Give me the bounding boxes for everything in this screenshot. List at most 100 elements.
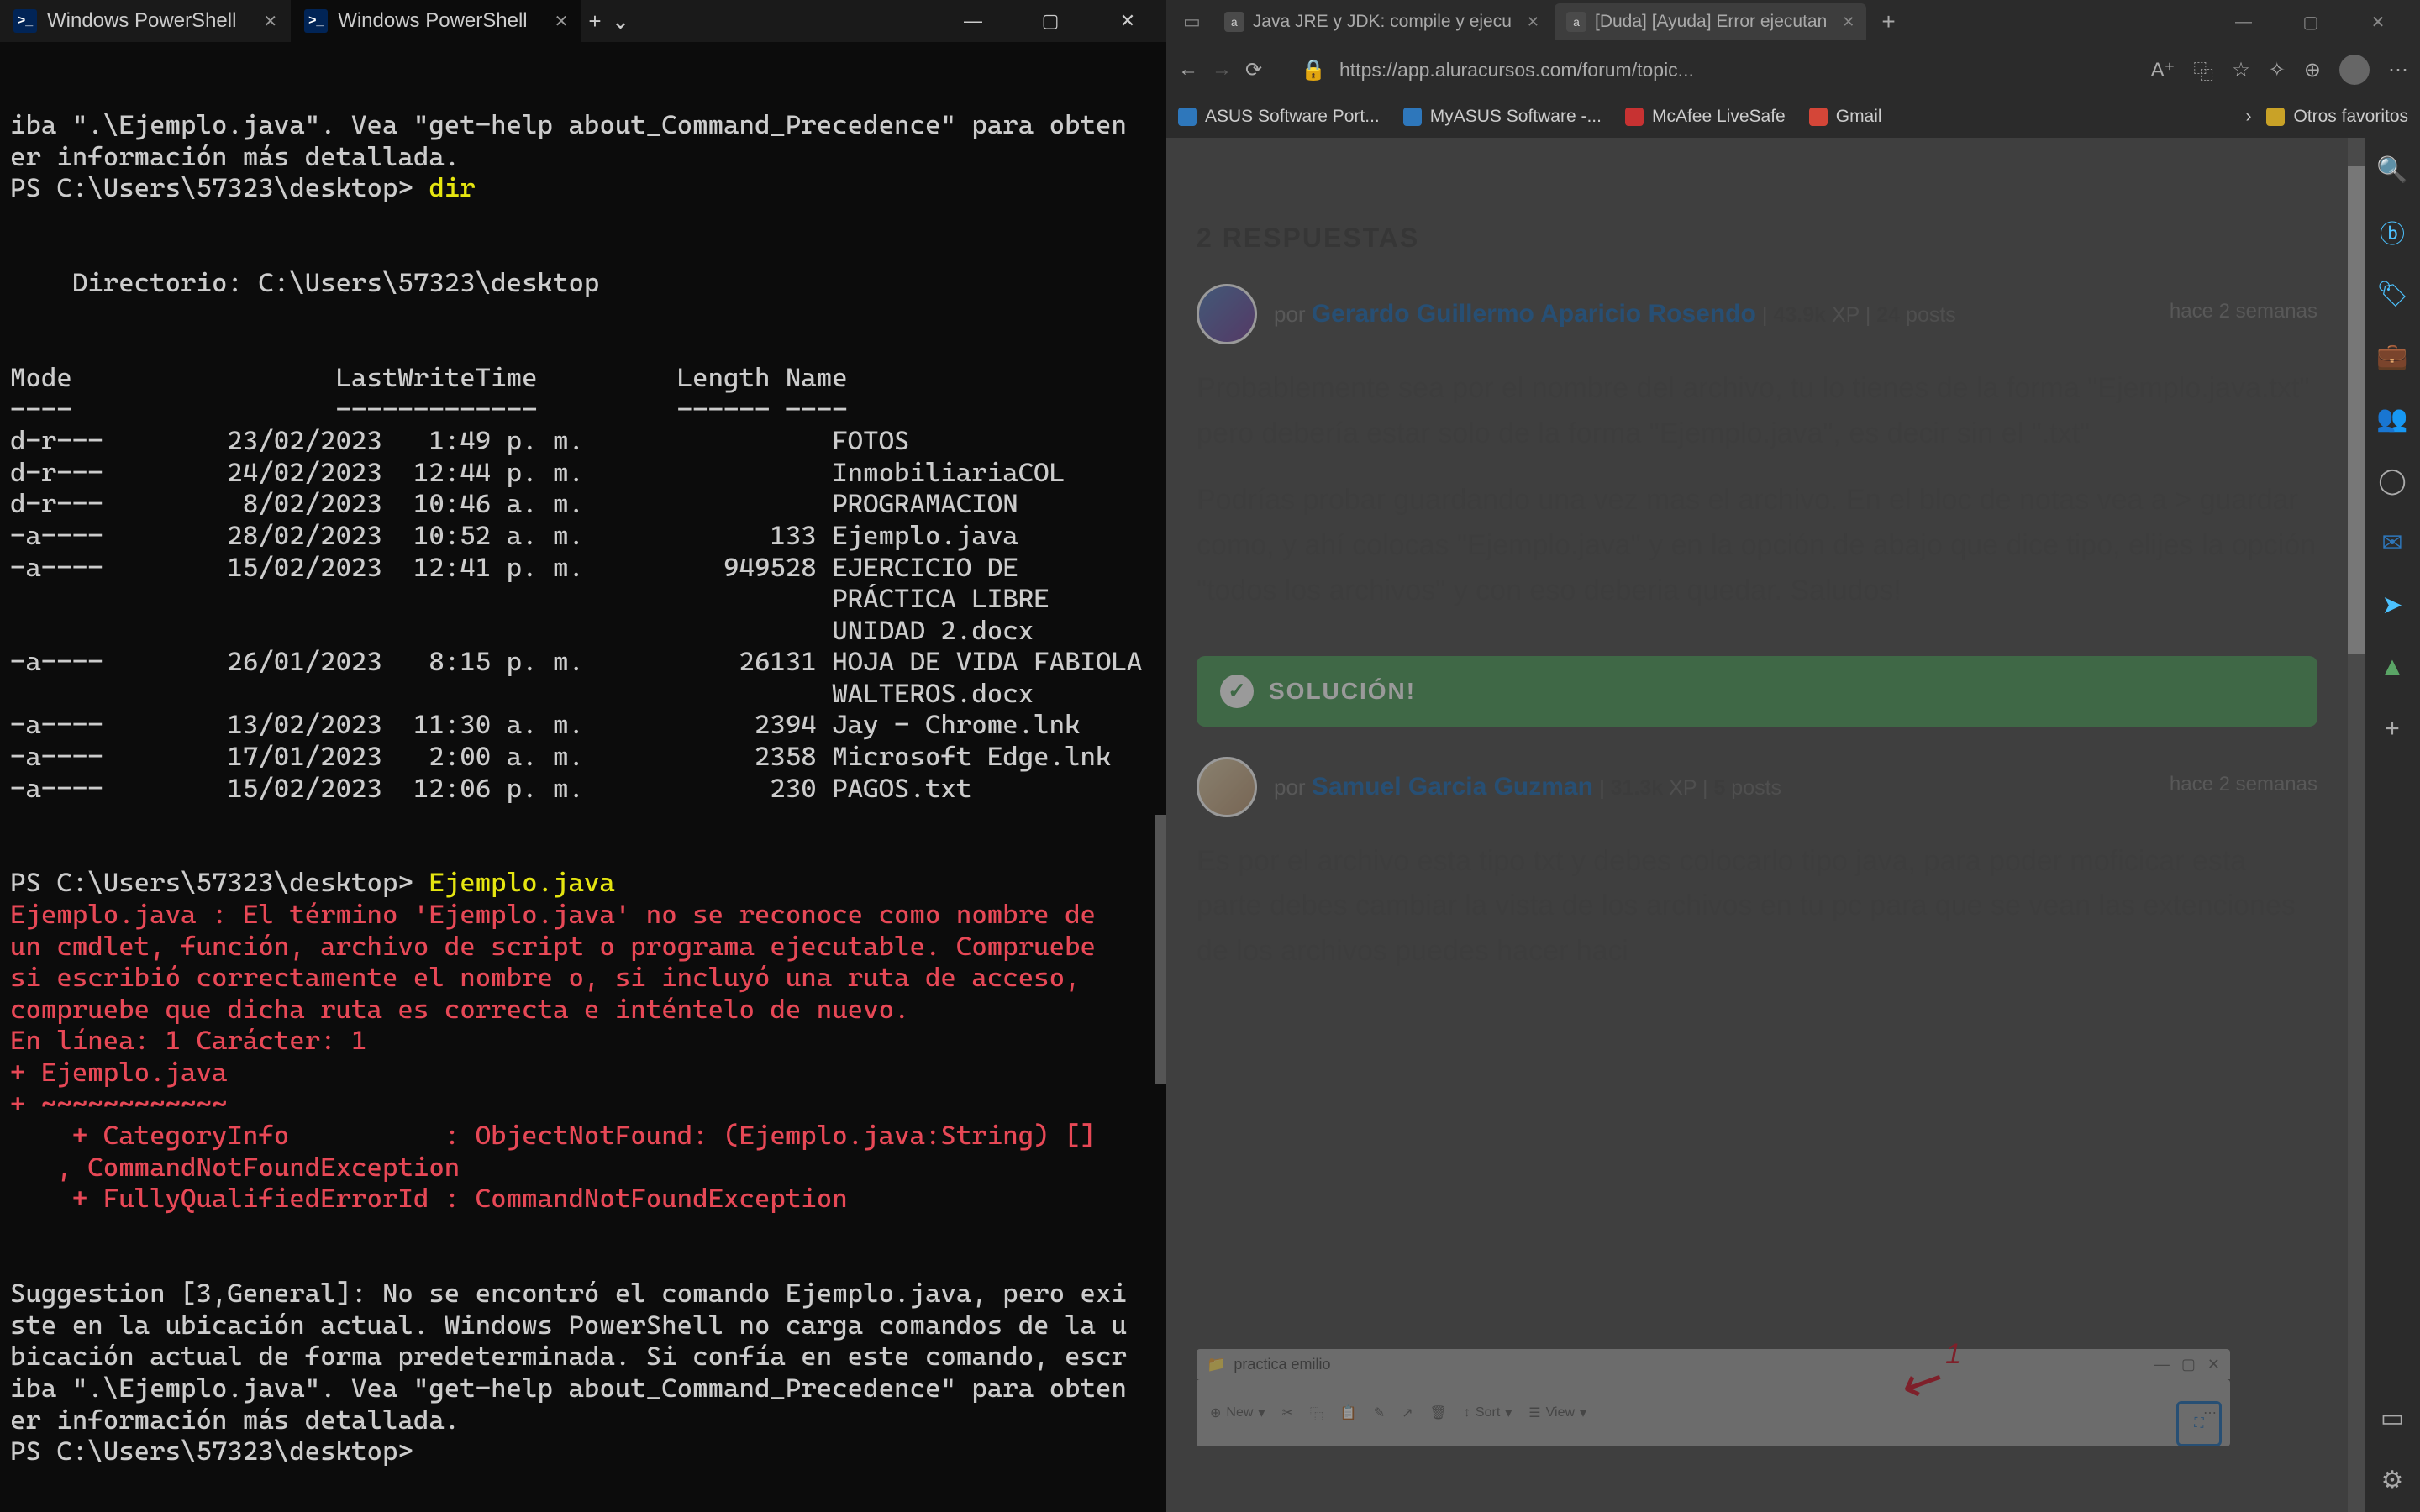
annotation-number: 1 [1945, 1338, 1961, 1371]
close-icon[interactable]: ✕ [1527, 13, 1539, 31]
by-label: por [1274, 774, 1312, 800]
browser-tab-2[interactable]: a [Duda] [Ayuda] Error ejecutan ✕ [1555, 3, 1866, 40]
scrollbar-thumb[interactable] [1155, 815, 1166, 1084]
terminal-tab-1[interactable]: >_ Windows PowerShell ✕ [0, 0, 291, 42]
share-icon[interactable]: ↗ [1402, 1404, 1413, 1421]
file-explorer-toolbar[interactable]: ⊕ New ▾ ✂ ⿻ 📋 ✎ ↗ 🗑 ↕ Sort ▾ ☰ View ▾ ⋯ [1197, 1379, 2230, 1446]
avatar[interactable] [1197, 284, 1257, 344]
search-icon[interactable]: 🔍 [2377, 155, 2407, 185]
reply-paragraph: Es por el archivo esta tipo txt y debes … [1197, 839, 2317, 974]
bookmark-asus[interactable]: ASUS Software Port... [1178, 107, 1380, 127]
close-icon[interactable]: ✕ [2207, 1356, 2220, 1373]
maximize-icon[interactable]: ▢ [1012, 0, 1089, 42]
games-icon[interactable]: 👥 [2377, 403, 2407, 433]
tab-actions-icon[interactable]: ▭ [1175, 11, 1209, 33]
read-aloud-icon[interactable]: A⁺ [2151, 58, 2175, 82]
scrollbar-thumb[interactable] [2348, 166, 2365, 654]
terminal-tab-2[interactable]: >_ Windows PowerShell ✕ [291, 0, 581, 42]
avatar[interactable] [1197, 757, 1257, 817]
favorite-icon[interactable]: ☆ [2232, 58, 2250, 82]
maximize-icon[interactable]: ▢ [2277, 0, 2344, 44]
bookmark-label: Gmail [1836, 107, 1882, 127]
back-icon[interactable]: ← [1178, 58, 1198, 81]
office-icon[interactable]: ◯ [2377, 465, 2407, 496]
terminal-output[interactable]: iba ".\Ejemplo.java". Vea "get-help abou… [0, 42, 1166, 1512]
url-field[interactable]: https://app.aluracursos.com/forum/topic.… [1339, 59, 1694, 81]
bookmark-gmail[interactable]: Gmail [1809, 107, 1882, 127]
sort-button[interactable]: ↕ Sort ▾ [1464, 1404, 1512, 1421]
minimize-icon[interactable]: — [934, 0, 1012, 42]
copy-icon[interactable]: ⿻ [1310, 1403, 1323, 1423]
reply-stats: | 31.3k XP | 5 posts [1599, 776, 1781, 800]
reply-header: hace 2 semanas por Gerardo Guillermo Apa… [1197, 284, 2317, 344]
bookmark-icon [1625, 108, 1644, 126]
minimize-icon[interactable]: — [2210, 0, 2277, 44]
bookmark-icon [1403, 108, 1422, 126]
address-bar-actions: A⁺ ⿻ ☆ ✧ ⊕ ⋯ [2151, 55, 2408, 85]
reply-meta: hace 2 semanas por Samuel Garcia Guzman … [1274, 773, 2317, 801]
maximize-icon[interactable]: ▢ [2181, 1356, 2196, 1373]
cut-icon[interactable]: ✂ [1281, 1404, 1292, 1421]
menu-icon[interactable]: ⋯ [2388, 58, 2408, 82]
minimize-icon[interactable]: — [2154, 1356, 2170, 1373]
close-icon[interactable]: ✕ [555, 11, 569, 32]
reply-header: hace 2 semanas por Samuel Garcia Guzman … [1197, 757, 2317, 817]
reply-1: hace 2 semanas por Gerardo Guillermo Apa… [1197, 284, 2317, 614]
collapse-icon[interactable]: ▭ [2377, 1403, 2407, 1433]
close-icon[interactable]: ✕ [1089, 0, 1166, 42]
tab-title: Java JRE y JDK: compile y ejecu [1253, 12, 1512, 32]
screenshot-tool-icon[interactable]: ⛶ [2176, 1401, 2222, 1446]
translate-icon[interactable]: ⿻ [2193, 55, 2213, 85]
dropdown-icon[interactable]: ⌄ [612, 8, 630, 34]
browser-tab-1[interactable]: a Java JRE y JDK: compile y ejecu ✕ [1213, 3, 1551, 40]
send-icon[interactable]: ➤ [2377, 590, 2407, 620]
terminal-window: >_ Windows PowerShell ✕ >_ Windows Power… [0, 0, 1166, 1512]
profile-avatar[interactable] [2339, 55, 2370, 85]
outlook-icon[interactable]: ✉ [2377, 528, 2407, 558]
folder-icon: 📁 [1207, 1356, 1225, 1373]
onenote-icon[interactable]: ▲ [2377, 652, 2407, 682]
close-icon[interactable]: ✕ [1842, 13, 1854, 31]
bookmarks-overflow-icon[interactable]: › [2245, 107, 2251, 127]
close-icon[interactable]: ✕ [2344, 0, 2412, 44]
tools-icon[interactable]: 💼 [2377, 341, 2407, 371]
solution-label: SOLUCIÓN! [1269, 678, 1416, 705]
author-link[interactable]: Samuel Garcia Guzman [1312, 773, 1593, 801]
add-icon[interactable]: + [2377, 714, 2407, 744]
favorites-star-icon[interactable]: ✧ [2269, 58, 2286, 82]
other-favorites[interactable]: Otros favoritos [2266, 107, 2408, 127]
author-link[interactable]: Gerardo Guillermo Aparicio Rosendo [1312, 300, 1756, 328]
powershell-icon: >_ [304, 9, 328, 33]
address-bar: ← → ⟳ 🔒 https://app.aluracursos.com/foru… [1166, 44, 2420, 96]
responses-heading: 2 RESPUESTAS [1197, 223, 2317, 254]
bookmark-icon [1178, 108, 1197, 126]
new-tab-icon[interactable]: + [588, 8, 601, 34]
rename-icon[interactable]: ✎ [1374, 1404, 1385, 1421]
new-tab-button[interactable]: + [1870, 8, 1907, 35]
page-scrollbar[interactable] [2348, 138, 2365, 1512]
paste-icon[interactable]: 📋 [1340, 1404, 1357, 1421]
lock-icon[interactable]: 🔒 [1301, 58, 1326, 82]
browser-tab-strip: ▭ a Java JRE y JDK: compile y ejecu ✕ a … [1166, 0, 2420, 44]
delete-icon[interactable]: 🗑 [1430, 1404, 1447, 1421]
tab-title: [Duda] [Ayuda] Error ejecutan [1595, 12, 1827, 32]
bing-chat-icon[interactable]: ⓑ [2377, 217, 2407, 247]
bookmark-mcafee[interactable]: McAfee LiveSafe [1625, 107, 1786, 127]
bookmark-label: ASUS Software Port... [1205, 107, 1380, 127]
close-icon[interactable]: ✕ [263, 11, 277, 32]
settings-icon[interactable]: ⚙ [2377, 1465, 2407, 1495]
check-icon: ✓ [1220, 675, 1254, 708]
refresh-icon[interactable]: ⟳ [1245, 58, 1262, 82]
file-explorer-titlebar[interactable]: 📁 practica emilio —▢✕ [1197, 1349, 2230, 1379]
new-button[interactable]: ⊕ New ▾ [1210, 1404, 1265, 1421]
bookmark-myasus[interactable]: MyASUS Software -... [1403, 107, 1602, 127]
view-button[interactable]: ☰ View ▾ [1528, 1404, 1586, 1421]
collections-icon[interactable]: ⊕ [2304, 58, 2321, 82]
bookmark-label: McAfee LiveSafe [1652, 107, 1786, 127]
browser-chrome: ▭ a Java JRE y JDK: compile y ejecu ✕ a … [1166, 0, 2420, 138]
tab-controls: + ⌄ [588, 8, 629, 34]
shopping-icon[interactable]: 🏷 [2377, 279, 2407, 309]
forward-icon[interactable]: → [1212, 58, 1232, 81]
bookmark-icon [1809, 108, 1828, 126]
forum-page[interactable]: 2 RESPUESTAS hace 2 semanas por Gerardo … [1166, 138, 2348, 1512]
